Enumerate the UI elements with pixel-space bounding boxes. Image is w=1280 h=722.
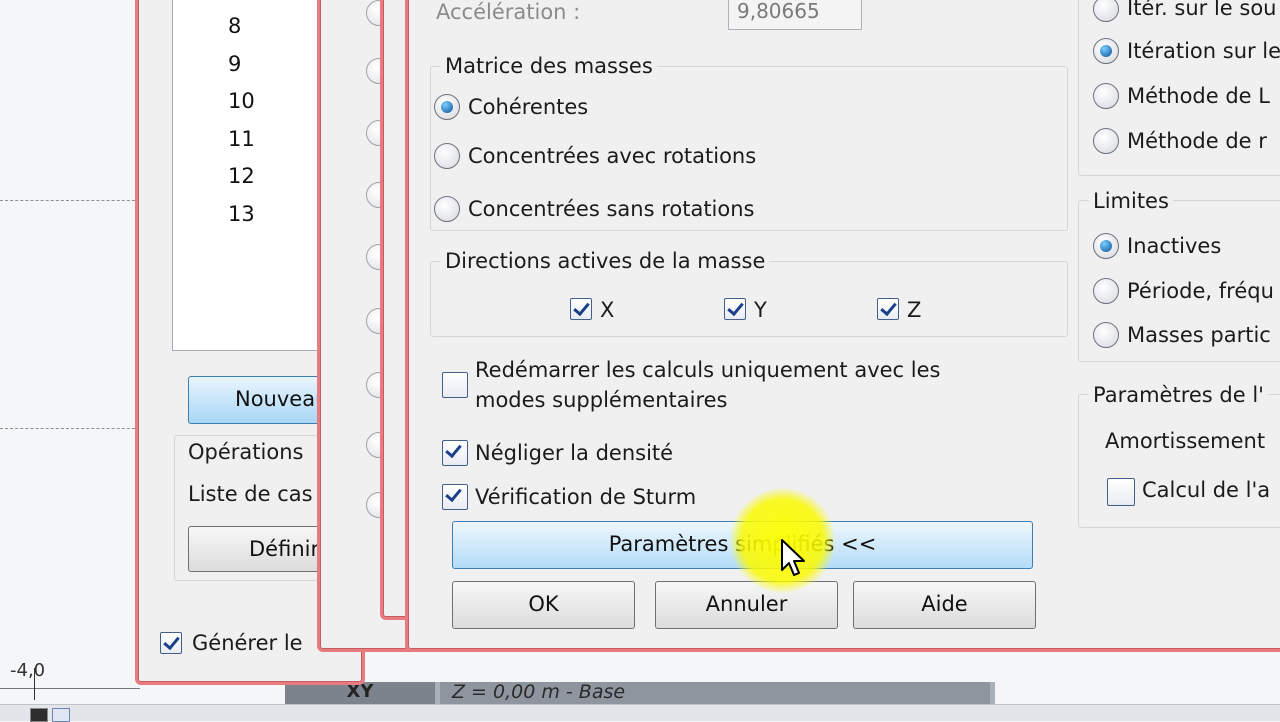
direction-z-checkbox[interactable] (877, 298, 899, 320)
list-item[interactable]: 8 (228, 14, 241, 38)
list-item[interactable]: 12 (228, 164, 255, 188)
direction-y-checkbox[interactable] (724, 298, 746, 320)
radio-limites-periode[interactable] (1093, 278, 1119, 304)
radio-limites-inactives[interactable] (1093, 233, 1119, 259)
redemarrer-label-line2: modes supplémentaires (475, 388, 728, 412)
acceleration-label: Accélération : (436, 0, 581, 24)
operations-group-title: Opérations (184, 440, 308, 464)
direction-z-label: Z (907, 298, 922, 322)
direction-x-checkbox[interactable] (570, 298, 592, 320)
radio-method-r[interactable] (1093, 128, 1119, 154)
amortissement-label: Amortissement (1105, 429, 1266, 453)
mass-directions-title: Directions actives de la masse (441, 249, 770, 273)
ok-button[interactable]: OK (452, 581, 635, 629)
sturm-label: Vérification de Sturm (475, 485, 697, 509)
radio-method-iter-sous-label: Itér. sur le sou (1127, 0, 1277, 20)
direction-y-label: Y (754, 298, 767, 322)
definir-button[interactable]: Définir (188, 526, 338, 572)
radio-limites-masses[interactable] (1093, 322, 1119, 348)
limites-title: Limites (1089, 189, 1173, 213)
direction-x-label: X (600, 298, 615, 322)
radio-limites-periode-label: Période, fréqu (1127, 279, 1274, 303)
annuler-button[interactable]: Annuler (655, 581, 838, 629)
generer-label: Générer le (192, 631, 303, 655)
acceleration-input[interactable]: 9,80665 (728, 0, 862, 30)
radio-method-iteration[interactable] (1093, 38, 1119, 64)
list-item[interactable]: 9 (228, 52, 241, 76)
radio-limites-masses-label: Masses partic (1127, 323, 1271, 347)
radio-method-r-label: Méthode de r (1127, 129, 1267, 153)
radio-limites-inactives-label: Inactives (1127, 234, 1222, 258)
mass-matrix-title: Matrice des masses (441, 54, 657, 78)
axis-value-label: -4,0 (10, 660, 46, 681)
simplified-parameters-button[interactable]: Paramètres simplifiés << (452, 521, 1033, 569)
calcul-label: Calcul de l'a (1142, 478, 1271, 502)
cases-list-label: Liste de cas (188, 482, 313, 506)
params-group (1078, 394, 1280, 528)
list-item[interactable]: 11 (228, 127, 255, 151)
nouveau-button[interactable]: Nouveau (188, 376, 338, 424)
radio-concentrees-avec[interactable] (434, 143, 460, 169)
redemarrer-checkbox[interactable] (442, 372, 468, 398)
radio-coherentes-label: Cohérentes (468, 95, 589, 119)
list-item[interactable]: 10 (228, 89, 255, 113)
radio-concentrees-sans[interactable] (434, 196, 460, 222)
aide-button[interactable]: Aide (853, 581, 1036, 629)
radio-coherentes[interactable] (434, 94, 460, 120)
status-bar (0, 704, 1280, 721)
radio-concentrees-avec-label: Concentrées avec rotations (468, 144, 757, 168)
axis-line (0, 688, 140, 689)
radio-method-l-label: Méthode de L (1127, 84, 1270, 108)
list-item[interactable]: 13 (228, 202, 255, 226)
redemarrer-label-line1: Redémarrer les calculs uniquement avec l… (475, 358, 941, 382)
calcul-checkbox[interactable] (1107, 478, 1135, 506)
negliger-densite-checkbox[interactable] (442, 440, 468, 466)
radio-method-l[interactable] (1093, 83, 1119, 109)
tab-z-level[interactable]: Z = 0,00 m - Base (440, 682, 990, 704)
sturm-checkbox[interactable] (442, 484, 468, 510)
tab-xy[interactable]: XY (285, 682, 435, 704)
generer-checkbox[interactable] (160, 632, 182, 654)
params-title: Paramètres de l' (1089, 383, 1268, 407)
grid-line (0, 200, 140, 201)
negliger-densite-label: Négliger la densité (475, 441, 674, 465)
grid-line (0, 428, 140, 429)
radio-method-iteration-label: Itération sur le (1127, 39, 1280, 63)
radio-concentrees-sans-label: Concentrées sans rotations (468, 197, 755, 221)
